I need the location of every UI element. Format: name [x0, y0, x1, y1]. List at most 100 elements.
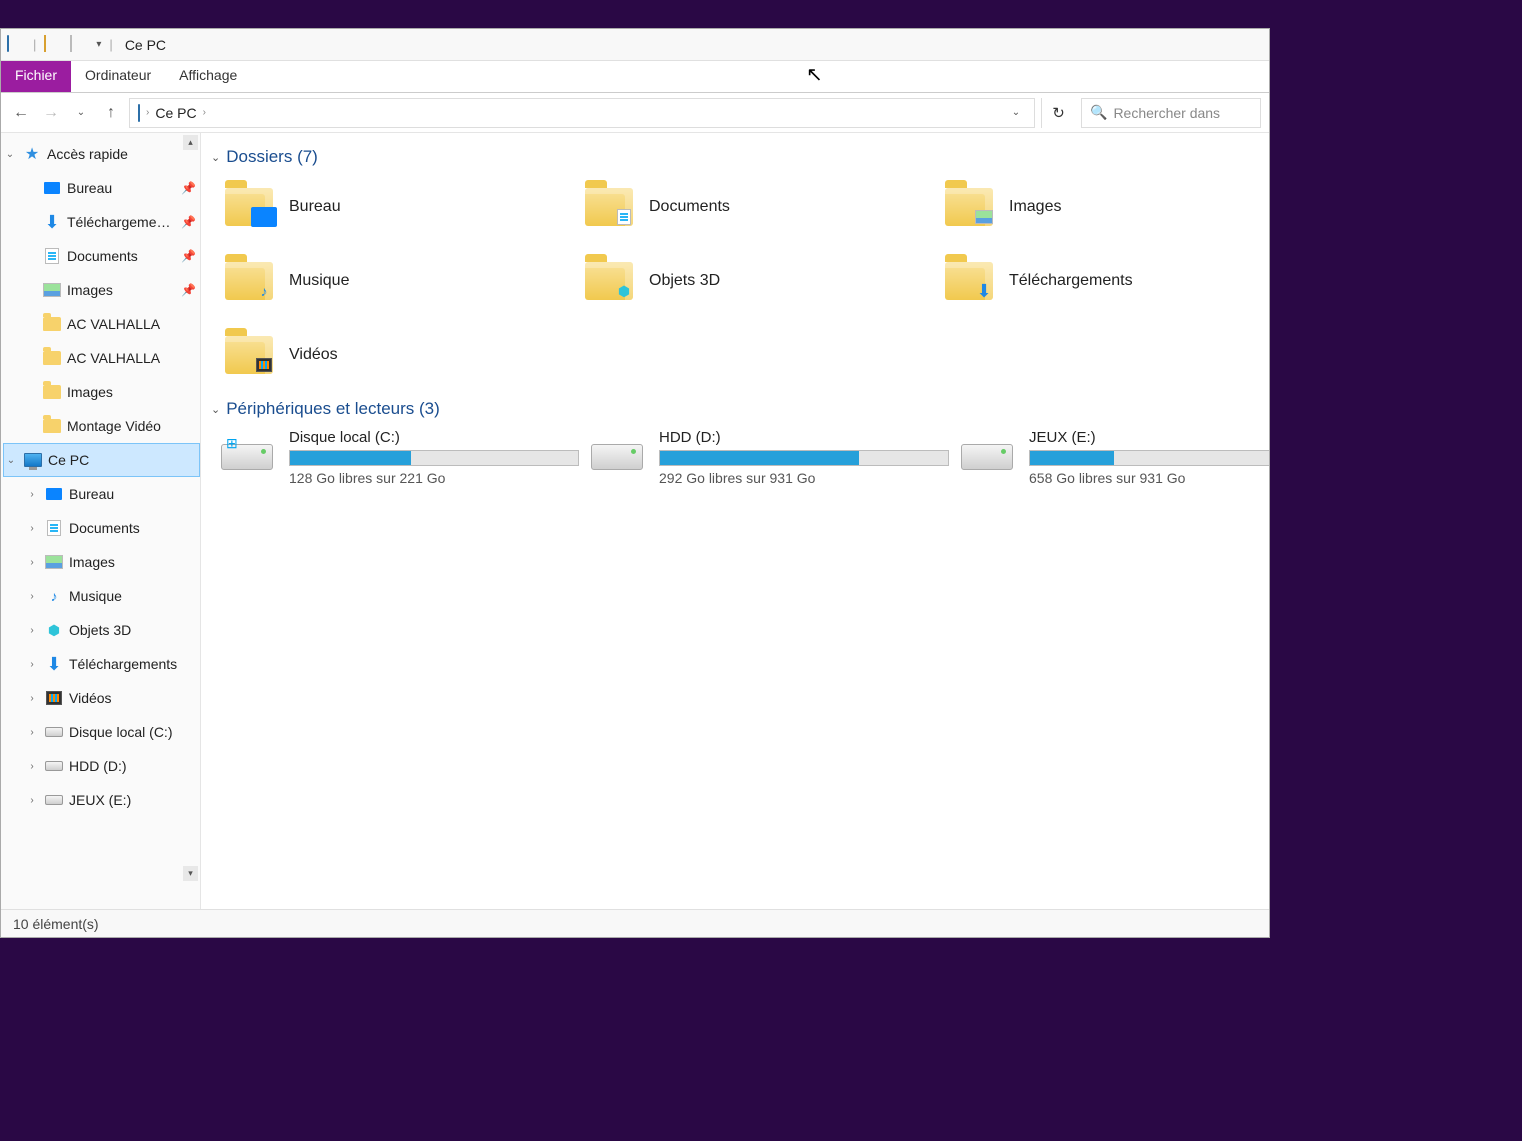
tree-pc-item[interactable]: › JEUX (E:) — [3, 783, 200, 817]
tab-file[interactable]: Fichier — [1, 61, 71, 92]
group-folders-label: Dossiers (7) — [226, 147, 318, 167]
folder-item[interactable]: Documents — [583, 175, 923, 239]
drive-item[interactable]: HDD (D:)292 Go libres sur 931 Go — [589, 427, 949, 486]
group-header-drives[interactable]: ⌄ Périphériques et lecteurs (3) — [211, 399, 1259, 419]
folder-icon — [223, 181, 275, 233]
tree-label: Images — [67, 384, 113, 400]
image-icon — [971, 204, 997, 230]
qat-dropdown-icon[interactable]: ▾ — [96, 39, 101, 50]
chevron-right-icon[interactable]: › — [25, 761, 39, 772]
body: ▴ ⌄★Accès rapide·Bureau📌·⬇Téléchargement… — [1, 133, 1269, 909]
chevron-right-icon[interactable]: › — [203, 107, 206, 118]
chevron-right-icon[interactable]: › — [25, 523, 39, 534]
title-bar: | ▾ | Ce PC — [1, 29, 1269, 61]
chevron-right-icon[interactable]: › — [25, 489, 39, 500]
3d-icon: ⬢ — [611, 278, 637, 304]
chevron-right-icon[interactable]: › — [25, 625, 39, 636]
chevron-down-icon: ⌄ — [211, 151, 220, 164]
tree-pc-item[interactable]: ›Vidéos — [3, 681, 200, 715]
navigation-bar: ← → ⌄ ↑ › Ce PC › ⌄ ↻ 🔍 Rechercher dans — [1, 93, 1269, 133]
desktop-icon — [45, 485, 63, 503]
folder-item[interactable]: Images — [943, 175, 1269, 239]
address-dropdown-icon[interactable]: ⌄ — [1006, 107, 1026, 118]
chevron-right-icon[interactable]: › — [25, 795, 39, 806]
tree-quick-item[interactable]: ·Images — [3, 375, 200, 409]
folder-label: Téléchargements — [1009, 272, 1133, 290]
drive-usage-bar — [1029, 450, 1269, 466]
tab-computer[interactable]: Ordinateur — [71, 61, 165, 92]
refresh-button[interactable]: ↻ — [1041, 98, 1075, 128]
group-header-folders[interactable]: ⌄ Dossiers (7) — [211, 147, 1259, 167]
drive-name: HDD (D:) — [659, 429, 949, 446]
title-sep2: | — [109, 37, 112, 52]
drive-icon — [45, 757, 63, 775]
chevron-down-icon[interactable]: ⌄ — [4, 455, 18, 466]
search-box[interactable]: 🔍 Rechercher dans — [1081, 98, 1261, 128]
star-icon: ★ — [23, 145, 41, 163]
desktop-icon — [43, 179, 61, 197]
tree-quick-item[interactable]: ·Bureau📌 — [3, 171, 200, 205]
address-bar[interactable]: › Ce PC › ⌄ — [129, 98, 1035, 128]
chevron-right-icon[interactable]: › — [146, 107, 149, 118]
chevron-right-icon[interactable]: › — [25, 591, 39, 602]
tree-label: Images — [67, 282, 113, 298]
chevron-right-icon[interactable]: › — [25, 693, 39, 704]
tree-this-pc[interactable]: ⌄ Ce PC — [3, 443, 200, 477]
tree-pc-item[interactable]: › Documents — [3, 511, 200, 545]
chevron-right-icon[interactable]: › — [25, 659, 39, 670]
tree-quick-access[interactable]: ⌄★Accès rapide — [3, 137, 200, 171]
image-icon — [45, 553, 63, 571]
tree-quick-item[interactable]: ·Montage Vidéo — [3, 409, 200, 443]
pc-icon — [24, 451, 42, 469]
folder-item[interactable]: ♪Musique — [223, 249, 563, 313]
tree-label: Documents — [69, 520, 140, 536]
scroll-up-button[interactable]: ▴ — [183, 135, 198, 150]
tree-label: HDD (D:) — [69, 758, 127, 774]
tree-label: Montage Vidéo — [67, 418, 161, 434]
tree-pc-item[interactable]: ›Bureau — [3, 477, 200, 511]
doc-icon — [611, 204, 637, 230]
folder-item[interactable]: Vidéos — [223, 323, 563, 387]
image-icon — [43, 281, 61, 299]
drive-grid: ⊞Disque local (C:)128 Go libres sur 221 … — [219, 427, 1259, 486]
tree-pc-item[interactable]: › ⬇ Téléchargements — [3, 647, 200, 681]
tab-view[interactable]: Affichage — [165, 61, 251, 92]
up-button[interactable]: ↑ — [99, 101, 123, 125]
tree-label: JEUX (E:) — [69, 792, 131, 808]
folder-label: Vidéos — [289, 346, 338, 364]
breadcrumb-root[interactable]: Ce PC — [155, 105, 196, 121]
scroll-down-button[interactable]: ▾ — [183, 866, 198, 881]
drive-item[interactable]: ⊞Disque local (C:)128 Go libres sur 221 … — [219, 427, 579, 486]
tree-label: Téléchargements — [69, 656, 177, 672]
tree-pc-item[interactable]: ›Disque local (C:) — [3, 715, 200, 749]
back-button[interactable]: ← — [9, 101, 33, 125]
tree-quick-item[interactable]: ·Images📌 — [3, 273, 200, 307]
3d-icon: ⬢ — [45, 621, 63, 639]
folder-item[interactable]: ⬇Téléchargements — [943, 249, 1269, 313]
tree-quick-item[interactable]: ·AC VALHALLA — [3, 307, 200, 341]
tree-label: Ce PC — [48, 452, 89, 468]
chevron-down-icon[interactable]: ⌄ — [3, 149, 17, 160]
tree-pc-item[interactable]: › HDD (D:) — [3, 749, 200, 783]
folder-item[interactable]: ⬢Objets 3D — [583, 249, 923, 313]
download-icon: ⬇ — [45, 655, 63, 673]
forward-button[interactable]: → — [39, 101, 63, 125]
chevron-right-icon[interactable]: › — [25, 727, 39, 738]
tree-pc-item[interactable]: ›Images — [3, 545, 200, 579]
chevron-right-icon[interactable]: › — [25, 557, 39, 568]
tree-quick-item[interactable]: ·AC VALHALLA — [3, 341, 200, 375]
breadcrumb-pc-icon — [138, 105, 140, 121]
tree-quick-item[interactable]: ·Documents📌 — [3, 239, 200, 273]
tree-quick-item[interactable]: ·⬇Téléchargements📌 — [3, 205, 200, 239]
drive-icon — [45, 723, 63, 741]
drive-item[interactable]: JEUX (E:)658 Go libres sur 931 Go — [959, 427, 1269, 486]
download-icon: ⬇ — [43, 213, 61, 231]
folder-item[interactable]: Bureau — [223, 175, 563, 239]
tree-pc-item[interactable]: ›⬢Objets 3D — [3, 613, 200, 647]
tree-pc-item[interactable]: ›♪Musique — [3, 579, 200, 613]
status-text: 10 élément(s) — [13, 916, 99, 932]
recent-dropdown-icon[interactable]: ⌄ — [69, 101, 93, 125]
drive-usage-bar — [659, 450, 949, 466]
chevron-down-icon: ⌄ — [211, 403, 220, 416]
drive-free-text: 128 Go libres sur 221 Go — [289, 470, 579, 486]
